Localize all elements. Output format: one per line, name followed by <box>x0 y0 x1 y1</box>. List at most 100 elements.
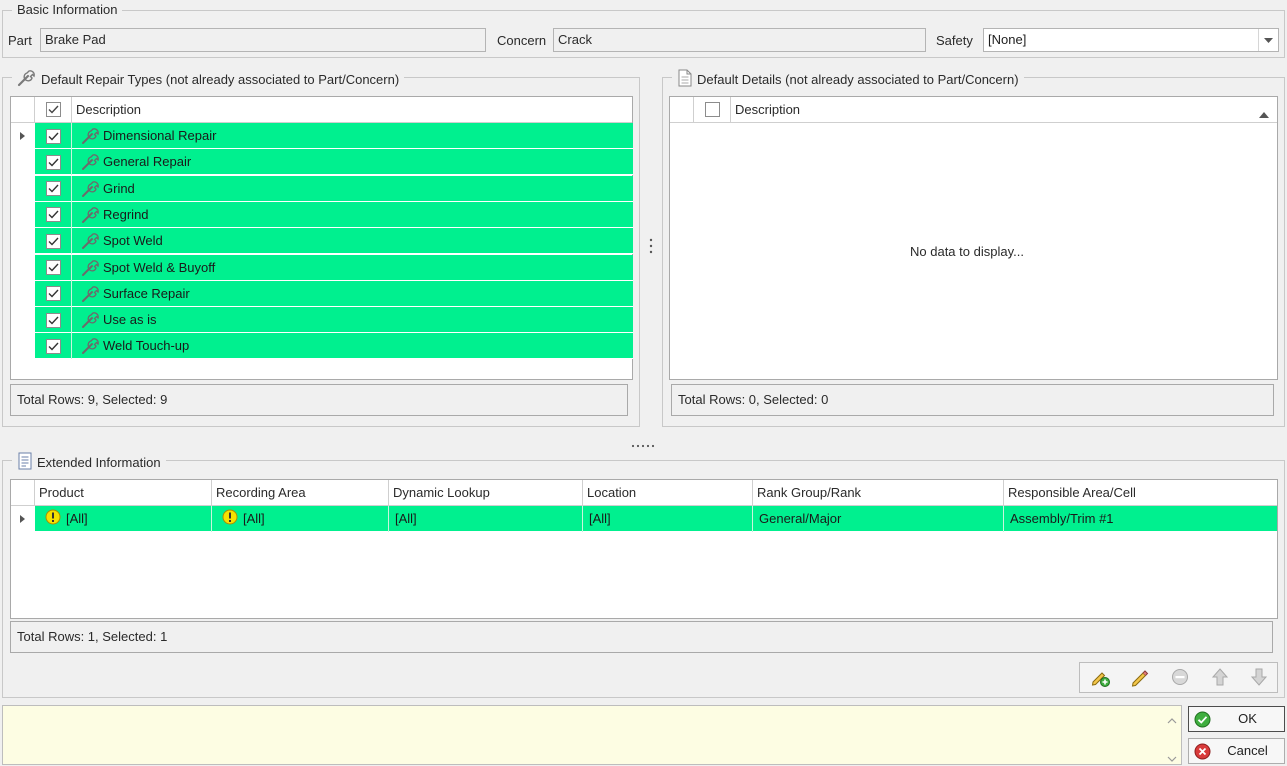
row-checkbox-cell[interactable] <box>35 149 72 175</box>
description-value: Regrind <box>103 206 149 222</box>
table-row[interactable]: Spot Weld <box>11 228 633 255</box>
description-cell[interactable]: Spot Weld & Buyoff <box>77 255 219 281</box>
repair-types-grid[interactable]: Description Dimensional Repair General Re… <box>10 96 633 380</box>
scroll-down-icon[interactable] <box>1167 750 1177 765</box>
row-checkbox-cell[interactable] <box>35 333 72 359</box>
vertical-splitter-handle[interactable] <box>648 237 654 255</box>
description-cell[interactable]: Weld Touch-up <box>77 333 193 359</box>
details-select-all-checkbox[interactable] <box>704 102 720 117</box>
move-up-icon <box>1210 667 1230 690</box>
rank-group-cell[interactable]: General/Major <box>755 506 845 532</box>
table-row[interactable]: Grind <box>11 175 633 202</box>
remove-button[interactable] <box>1165 665 1195 691</box>
location-column-header[interactable]: Location <box>583 480 753 505</box>
table-row[interactable]: [All] [All] [All] [All] General/Major As… <box>11 506 1277 532</box>
row-checkbox[interactable] <box>46 286 61 302</box>
concern-field[interactable]: Crack <box>553 28 926 52</box>
table-row[interactable]: General Repair <box>11 149 633 176</box>
cancel-button[interactable]: Cancel <box>1188 738 1285 764</box>
table-row[interactable]: Regrind <box>11 201 633 228</box>
details-indicator-header <box>670 97 694 122</box>
description-value: Spot Weld & Buyoff <box>103 259 216 275</box>
row-checkbox-cell[interactable] <box>35 307 72 333</box>
product-value: [All] <box>66 511 88 526</box>
row-checkbox[interactable] <box>46 207 61 223</box>
warning-icon <box>222 509 238 530</box>
default-details-grid[interactable]: Description No data to display... <box>669 96 1278 380</box>
responsible-area-column-header[interactable]: Responsible Area/Cell <box>1004 480 1277 505</box>
table-row[interactable]: Use as is <box>11 307 633 334</box>
row-indicator <box>11 333 34 360</box>
description-cell[interactable]: General Repair <box>77 149 195 175</box>
wrench-icon <box>81 285 101 303</box>
details-select-all-cell[interactable] <box>694 97 731 122</box>
row-indicator <box>11 201 34 228</box>
extended-information-grid[interactable]: Product Recording Area Dynamic Lookup Lo… <box>10 479 1278 619</box>
product-cell[interactable]: [All] <box>41 506 92 532</box>
description-cell[interactable]: Regrind <box>77 202 153 228</box>
select-all-checkbox[interactable] <box>45 102 61 117</box>
recording-area-cell[interactable]: [All] <box>218 506 269 532</box>
description-cell[interactable]: Surface Repair <box>77 281 194 307</box>
description-column-header[interactable]: Description <box>72 97 632 122</box>
edit-button[interactable] <box>1125 665 1155 691</box>
row-indicator <box>11 149 34 176</box>
concern-label: Concern <box>497 33 547 48</box>
row-checkbox-cell[interactable] <box>35 281 72 307</box>
chevron-down-icon[interactable] <box>1258 29 1278 51</box>
dynamic-lookup-column-header[interactable]: Dynamic Lookup <box>389 480 583 505</box>
rank-group-column-header[interactable]: Rank Group/Rank <box>753 480 1004 505</box>
recording-area-column-header[interactable]: Recording Area <box>212 480 389 505</box>
move-down-icon <box>1249 667 1269 690</box>
part-field[interactable]: Brake Pad <box>40 28 486 52</box>
row-checkbox-cell[interactable] <box>35 202 72 228</box>
row-indicator <box>11 254 34 281</box>
wrench-icon <box>81 206 101 224</box>
row-checkbox-cell[interactable] <box>35 228 72 254</box>
row-checkbox-cell[interactable] <box>35 123 72 149</box>
product-column-header[interactable]: Product <box>35 480 212 505</box>
description-cell[interactable]: Spot Weld <box>77 228 167 254</box>
safety-dropdown[interactable]: [None] <box>983 28 1279 52</box>
description-cell[interactable]: Dimensional Repair <box>77 123 220 149</box>
move-up-button[interactable] <box>1205 665 1235 691</box>
row-checkbox[interactable] <box>46 128 61 144</box>
table-row[interactable]: Weld Touch-up <box>11 333 633 360</box>
default-details-header: Description <box>670 97 1277 123</box>
dynamic-lookup-cell[interactable]: [All] <box>391 506 421 532</box>
default-details-title: Default Details (not already associated … <box>672 69 1024 91</box>
horizontal-splitter-handle[interactable] <box>631 436 655 448</box>
notes-memo[interactable] <box>2 705 1182 765</box>
row-checkbox[interactable] <box>46 260 61 275</box>
table-row[interactable]: Spot Weld & Buyoff <box>11 254 633 281</box>
details-description-column-header[interactable]: Description <box>731 97 1277 122</box>
row-indicator <box>11 228 34 255</box>
description-cell[interactable]: Use as is <box>77 307 160 333</box>
description-value: Weld Touch-up <box>103 338 190 354</box>
row-checkbox-cell[interactable] <box>35 176 72 202</box>
move-down-button[interactable] <box>1244 665 1274 691</box>
location-cell[interactable]: [All] <box>585 506 615 532</box>
document-icon <box>677 69 693 91</box>
responsible-area-cell[interactable]: Assembly/Trim #1 <box>1006 506 1118 532</box>
table-row[interactable]: Dimensional Repair <box>11 123 633 149</box>
description-cell[interactable]: Grind <box>77 176 139 202</box>
row-checkbox[interactable] <box>46 154 61 170</box>
scroll-up-icon[interactable] <box>1167 712 1177 727</box>
ok-button[interactable]: OK <box>1188 706 1285 732</box>
row-checkbox[interactable] <box>46 181 61 197</box>
row-checkbox-cell[interactable] <box>35 255 72 281</box>
row-checkbox[interactable] <box>46 233 61 249</box>
memo-scrollbar[interactable] <box>1163 706 1181 764</box>
table-row[interactable]: Surface Repair <box>11 280 633 307</box>
details-description-label: Description <box>735 102 801 117</box>
edit-pencil-icon <box>1130 667 1150 690</box>
select-all-checkbox-cell[interactable] <box>35 97 72 122</box>
row-checkbox[interactable] <box>46 338 61 354</box>
description-value: Spot Weld <box>103 233 163 249</box>
safety-label: Safety <box>936 33 973 48</box>
row-checkbox[interactable] <box>46 312 61 328</box>
empty-grid-message: No data to display... <box>910 244 1024 259</box>
add-edit-button[interactable] <box>1085 665 1115 691</box>
sort-ascending-icon <box>1259 105 1269 122</box>
